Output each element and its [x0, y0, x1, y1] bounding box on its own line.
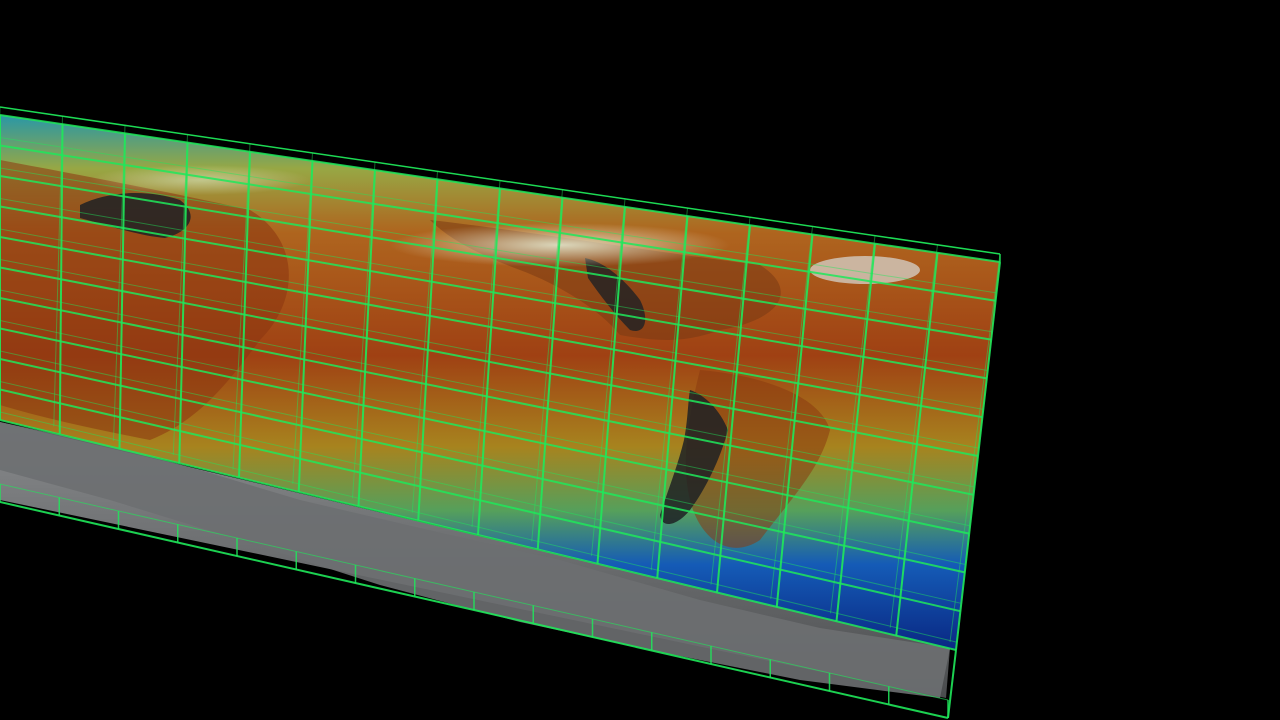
3d-viewport[interactable] [0, 0, 1280, 720]
globe-data-volume-render[interactable] [0, 0, 1280, 720]
bbox-right-post [947, 649, 957, 719]
